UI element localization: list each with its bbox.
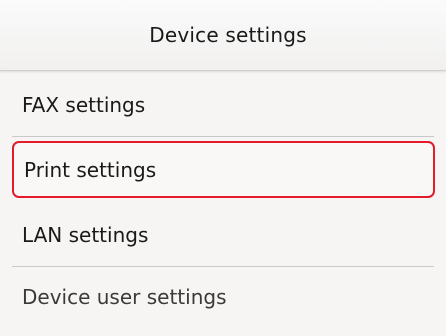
menu-item-label: Device user settings [22,285,227,309]
menu-item-label: FAX settings [22,92,146,117]
menu-item-fax-settings[interactable]: FAX settings [0,72,446,137]
device-settings-screen: Device settings FAX settings Print setti… [0,0,446,336]
settings-menu: FAX settings Print settings LAN settings… [0,72,446,327]
menu-item-label: LAN settings [22,222,149,247]
menu-item-lan-settings[interactable]: LAN settings [0,202,446,267]
menu-item-label: Print settings [24,157,157,182]
menu-item-device-user-settings[interactable]: Device user settings [0,267,446,327]
screen-title: Device settings [149,23,307,47]
screen-header: Device settings [0,0,446,71]
menu-item-print-settings[interactable]: Print settings [12,141,435,198]
